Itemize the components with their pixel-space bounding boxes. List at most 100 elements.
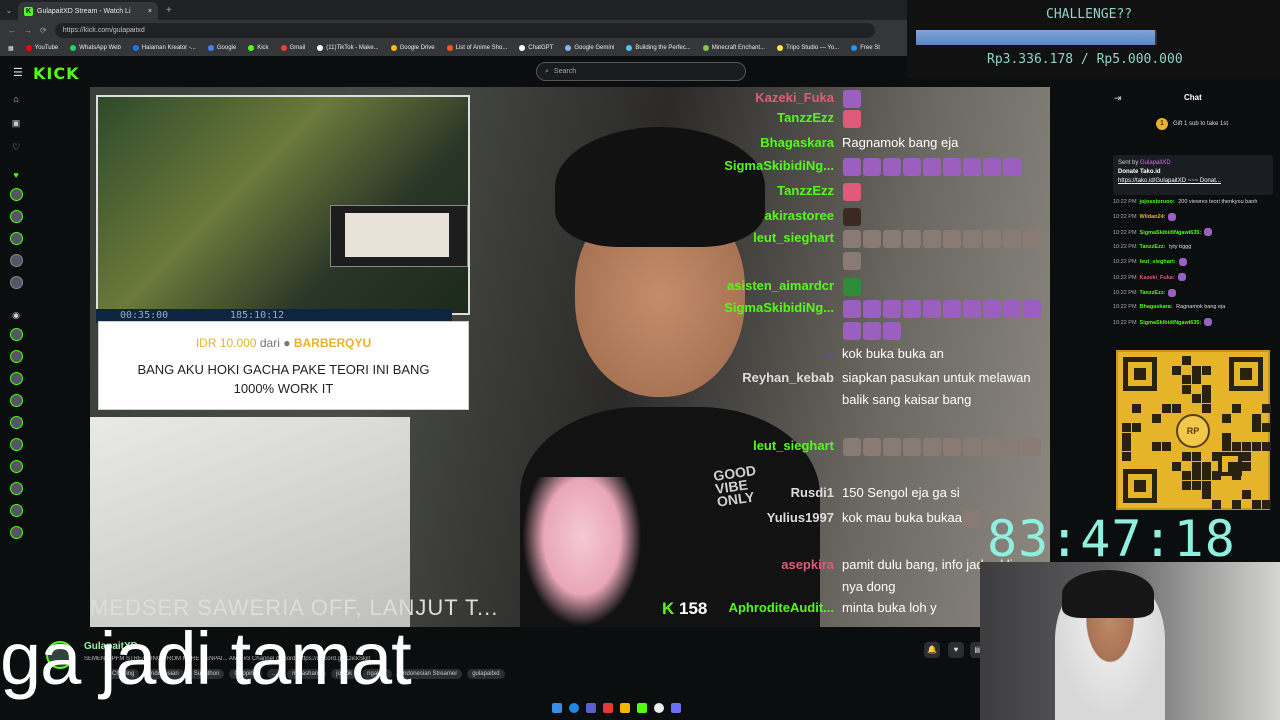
chat-message: 10:22 PM Wildan24: bbox=[1113, 212, 1278, 222]
chat-username[interactable]: SigmaSkibidiNgawi635: bbox=[1140, 230, 1202, 236]
chat-username[interactable]: jojosstoruoo: bbox=[1140, 199, 1175, 205]
bookmark-item[interactable]: Minecraft Enchant... bbox=[702, 45, 765, 51]
sidebar-channel-avatar[interactable] bbox=[10, 526, 23, 539]
bookmark-item[interactable]: Halaman Kreator -... bbox=[132, 45, 196, 51]
pinned-link[interactable]: https://tako.id/GulapaitXD ~~~ Donat... bbox=[1118, 178, 1221, 184]
search-input[interactable]: ⌕ Search bbox=[536, 62, 746, 81]
sidebar-channel-avatar[interactable] bbox=[10, 438, 23, 451]
donation-amount: IDR 10.000 bbox=[195, 336, 257, 350]
windows-start-icon[interactable] bbox=[552, 703, 562, 713]
sidebar-channel-avatar[interactable] bbox=[10, 188, 23, 201]
bookmark-item[interactable]: Google Drive bbox=[390, 45, 435, 51]
url-field[interactable]: https://kick.com/gulapaitxd bbox=[54, 22, 875, 38]
tab-menu-icon[interactable]: ⌄ bbox=[0, 6, 18, 15]
bookmark-item[interactable]: Free St bbox=[851, 45, 880, 51]
sidebar-channel-avatar[interactable] bbox=[10, 372, 23, 385]
apps-icon[interactable]: ▦ bbox=[8, 45, 14, 52]
qr-finder bbox=[1123, 357, 1157, 391]
chat-emote-icon bbox=[883, 437, 901, 456]
sidebar-channel-avatar[interactable] bbox=[10, 460, 23, 473]
donation-alert: IDR 10.000 dari ● BARBERQYU BANG AKU HOK… bbox=[98, 321, 469, 410]
qr-module bbox=[1242, 442, 1251, 452]
qr-badge-icon: RP bbox=[1176, 414, 1210, 448]
chrome-icon[interactable] bbox=[654, 703, 664, 713]
qr-module bbox=[1202, 384, 1211, 394]
chat-username[interactable]: Bhagaskara: bbox=[1140, 304, 1173, 310]
forward-icon[interactable]: → bbox=[24, 26, 32, 35]
collapse-chat-icon[interactable]: ⇥ bbox=[1114, 93, 1122, 104]
chat-username[interactable]: TanzzEzz: bbox=[1140, 244, 1166, 250]
chat-message: 10:22 PM leut_sieghart: bbox=[1113, 257, 1278, 267]
edge-icon[interactable] bbox=[569, 703, 579, 713]
discord-icon[interactable] bbox=[671, 703, 681, 713]
sidebar-channel-avatar[interactable] bbox=[10, 350, 23, 363]
chat-username[interactable]: leut_sieghart: bbox=[1140, 259, 1176, 265]
brave-icon[interactable] bbox=[603, 703, 613, 713]
chat-text: tyty bggg bbox=[1167, 243, 1192, 250]
chat-emote-icon bbox=[843, 109, 861, 128]
new-tab-icon[interactable]: + bbox=[166, 5, 172, 16]
explorer-icon[interactable] bbox=[620, 703, 630, 713]
bookmark-item[interactable]: Tripo Studio — Yo... bbox=[777, 45, 839, 51]
stream-tag[interactable]: gulapaitxd bbox=[467, 669, 505, 679]
qr-module bbox=[1192, 461, 1201, 471]
qr-module bbox=[1252, 413, 1261, 423]
bookmark-item[interactable]: Kick bbox=[248, 45, 269, 51]
bookmark-item[interactable]: Google Gemini bbox=[565, 45, 614, 51]
chat-username[interactable]: Wildan24: bbox=[1140, 214, 1166, 220]
sidebar-channel-avatar[interactable] bbox=[10, 276, 23, 289]
bookmark-item[interactable]: ChatGPT bbox=[519, 45, 553, 51]
qr-module bbox=[1202, 365, 1211, 375]
qr-module bbox=[1182, 471, 1191, 481]
qr-module bbox=[1212, 500, 1221, 509]
sidebar-channel-avatar[interactable] bbox=[10, 394, 23, 407]
chat-timestamp: 10:22 PM bbox=[1113, 290, 1137, 297]
overlay-chat-username: AphroditeAudit... bbox=[728, 600, 834, 615]
browser-tab[interactable]: K GulapaitXD Stream - Watch Li × bbox=[18, 2, 158, 20]
home-icon[interactable]: ⌂ bbox=[11, 94, 21, 104]
bookmark-item[interactable]: List of Anime Sho... bbox=[446, 45, 507, 51]
bookmark-item[interactable]: (11)TikTok - Make... bbox=[317, 45, 379, 51]
sidebar-channel-avatar[interactable] bbox=[10, 504, 23, 517]
chat-username[interactable]: SigmaSkibidiNgawi635: bbox=[1140, 320, 1202, 326]
back-icon[interactable]: ← bbox=[8, 26, 16, 35]
chat-messages: 10:22 PM jojosstoruoo: 200 viewres teori … bbox=[1113, 198, 1278, 333]
overlay-chat-username: SigmaSkibidiNg... bbox=[724, 158, 834, 173]
kick-app-icon[interactable] bbox=[637, 703, 647, 713]
bookmark-item[interactable]: YouTube bbox=[25, 45, 58, 51]
qr-module bbox=[1242, 452, 1251, 461]
reload-icon[interactable]: ⟳ bbox=[40, 26, 47, 35]
overlay-chat-message: TanzzEzz bbox=[720, 107, 1050, 129]
chat-username[interactable]: Kazeki_Fuka: bbox=[1140, 275, 1175, 281]
tab-close-icon[interactable]: × bbox=[148, 8, 152, 15]
video-player[interactable]: GOOD VIBE ONLY 00:35:00 185:10:12 IDR 10… bbox=[90, 87, 1050, 627]
sidebar-channel-avatar[interactable] bbox=[10, 232, 23, 245]
sidebar-channel-avatar[interactable] bbox=[10, 416, 23, 429]
sidebar-channel-avatar[interactable] bbox=[10, 254, 23, 267]
chat-username[interactable]: TanzzEzz: bbox=[1140, 290, 1166, 296]
qr-module bbox=[1202, 471, 1211, 481]
bookmark-item[interactable]: WhatsApp Web bbox=[70, 45, 121, 51]
follow-heart-icon[interactable]: ♥ bbox=[948, 642, 964, 658]
kick-logo[interactable]: KICK bbox=[33, 64, 80, 83]
chat-emote-icon bbox=[843, 437, 861, 456]
sidebar-channel-avatar[interactable] bbox=[10, 482, 23, 495]
teams-icon[interactable] bbox=[586, 703, 596, 713]
gift-banner[interactable]: 1 Gift 1 sub to take 1st bbox=[1156, 118, 1228, 130]
browse-icon[interactable]: ▣ bbox=[11, 118, 21, 128]
sidebar-channel-avatar[interactable] bbox=[10, 210, 23, 223]
bookmark-item[interactable]: Google bbox=[207, 45, 236, 51]
pinned-message: Sent by GulapaitXD Donate Tako.id https:… bbox=[1113, 155, 1273, 195]
qr-module bbox=[1262, 500, 1271, 509]
notification-bell-icon[interactable]: 🔔 bbox=[924, 642, 940, 658]
qr-finder bbox=[1123, 469, 1157, 503]
chat-emote-icon bbox=[1003, 157, 1021, 176]
chat-emote-icon bbox=[983, 437, 1001, 456]
sidebar-channel-avatar[interactable] bbox=[10, 328, 23, 341]
tab-title: GulapaitXD Stream - Watch Li bbox=[37, 7, 131, 15]
hamburger-menu-icon[interactable]: ☰ bbox=[13, 66, 23, 79]
bookmark-item[interactable]: Building the Perfec... bbox=[626, 45, 691, 51]
following-heart-icon[interactable]: ♡ bbox=[11, 142, 21, 152]
bookmark-item[interactable]: Gmail bbox=[280, 45, 305, 51]
qr-finder bbox=[1229, 357, 1263, 391]
